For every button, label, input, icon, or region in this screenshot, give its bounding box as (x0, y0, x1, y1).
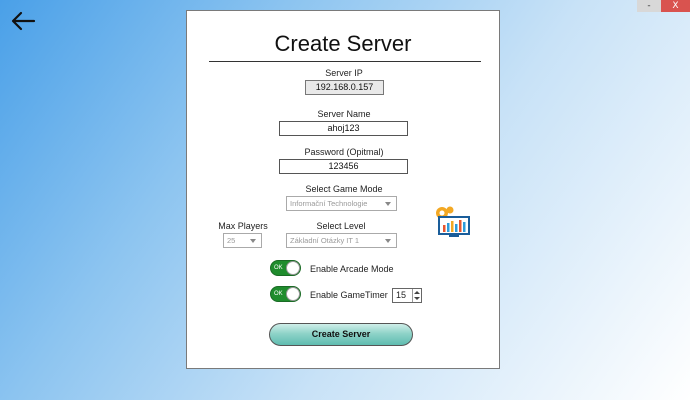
chevron-down-icon (385, 202, 391, 206)
back-arrow-icon[interactable] (10, 10, 36, 32)
game-mode-value: Informační Technologie (290, 199, 368, 208)
monitor-settings-icon (436, 206, 470, 237)
minimize-button[interactable]: - (637, 0, 661, 12)
create-server-panel: Create Server Server IP 192.168.0.157 Se… (186, 10, 500, 369)
password-input[interactable]: 123456 (279, 159, 408, 174)
max-players-label: Max Players (218, 221, 268, 231)
chevron-down-icon (385, 239, 391, 243)
gametimer-toggle[interactable]: OK (270, 286, 301, 302)
game-mode-select[interactable]: Informační Technologie (286, 196, 397, 211)
create-server-button[interactable]: Create Server (269, 323, 413, 346)
title-divider (209, 61, 481, 62)
arcade-mode-toggle[interactable]: OK (270, 260, 301, 276)
toggle-knob (286, 287, 300, 301)
server-name-label: Server Name (317, 109, 371, 119)
server-ip-label: Server IP (325, 68, 363, 78)
toggle-knob (286, 261, 300, 275)
gametimer-stepper[interactable]: 15 (392, 288, 422, 303)
gametimer-value: 15 (396, 290, 407, 300)
level-select[interactable]: Základní Otázky IT 1 (286, 233, 397, 248)
stepper-down-icon[interactable] (414, 297, 420, 300)
close-button[interactable]: X (661, 0, 690, 12)
game-mode-label: Select Game Mode (305, 184, 383, 194)
max-players-select[interactable]: 25 (223, 233, 262, 248)
level-label: Select Level (316, 221, 366, 231)
stepper-arrows[interactable] (412, 289, 421, 302)
server-ip-field: 192.168.0.157 (305, 80, 384, 95)
level-value: Základní Otázky IT 1 (290, 236, 360, 245)
page-title: Create Server (274, 31, 412, 56)
toggle-on-text: OK (274, 265, 283, 271)
arcade-mode-label: Enable Arcade Mode (310, 264, 394, 274)
password-label: Password (Opitmal) (304, 147, 384, 157)
max-players-value: 25 (227, 236, 236, 245)
stepper-up-icon[interactable] (414, 291, 420, 294)
server-name-input[interactable]: ahoj123 (279, 121, 408, 136)
toggle-on-text: OK (274, 291, 283, 297)
chevron-down-icon (250, 239, 256, 243)
gametimer-label: Enable GameTimer (310, 290, 388, 300)
